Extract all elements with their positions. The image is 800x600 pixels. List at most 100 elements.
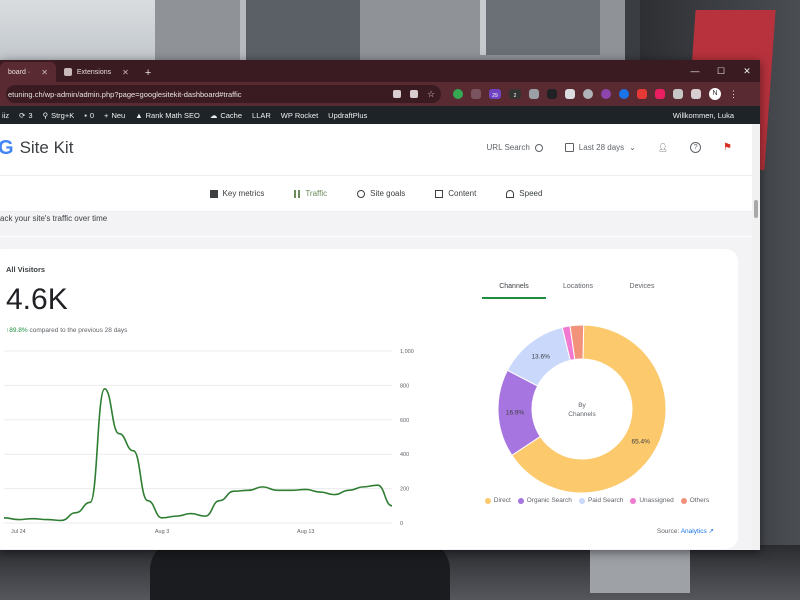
sitekit-menu-button[interactable]: ⚑ (723, 142, 732, 153)
extension-icon[interactable] (529, 89, 539, 99)
extension-icon[interactable] (673, 89, 683, 99)
nav-site-goals[interactable]: Site goals (347, 184, 415, 203)
extension-icon[interactable] (583, 89, 593, 99)
legend-item: Organic Search (517, 497, 572, 504)
extension-g-icon[interactable] (453, 89, 463, 99)
legend-item: Unassigned (630, 497, 674, 504)
y-tick-label: 600 (400, 418, 409, 424)
nav-speed[interactable]: Speed (496, 184, 552, 203)
target-icon (357, 189, 366, 198)
page-scrollbar[interactable] (752, 124, 760, 550)
add-user-button[interactable]: 👤︎ (658, 143, 668, 152)
y-tick-label: 200 (400, 487, 409, 493)
person-add-icon: 👤︎ (657, 143, 669, 152)
wp-rocket[interactable]: WP Rocket (281, 111, 318, 120)
logo-text: Site Kit (19, 138, 74, 157)
puzzle-icon (63, 68, 72, 76)
y-tick-label: 1,000 (400, 349, 414, 355)
translate-icon[interactable] (393, 90, 401, 98)
y-tick-label: 400 (400, 452, 409, 458)
nav-traffic[interactable]: Traffic (284, 184, 338, 203)
traffic-card: All Visitors 4.6K ↑89.8% compared to the… (0, 249, 738, 549)
extension-icon[interactable] (637, 89, 647, 99)
wp-rank-math[interactable]: ▲ Rank Math SEO (135, 111, 200, 120)
extension-icon[interactable] (619, 89, 629, 99)
wp-search[interactable]: ⚲ Strg+K (43, 111, 75, 120)
tab-channels[interactable]: Channels (482, 283, 546, 299)
close-window-button[interactable]: ✕ (734, 60, 760, 82)
new-tab-button[interactable]: + (137, 67, 159, 82)
legend-swatch (517, 497, 524, 504)
tab-extensions[interactable]: Extensions ✕ (56, 62, 137, 82)
x-tick-label: Jul 24 (11, 529, 26, 535)
eye-off-icon[interactable] (410, 90, 418, 98)
extension-badge-icon[interactable]: 29 (489, 89, 501, 99)
star-icon[interactable]: ☆ (427, 90, 435, 99)
extensions-puzzle-icon[interactable] (691, 89, 701, 99)
extension-icon[interactable] (471, 89, 481, 99)
donut-center-label: By (578, 402, 586, 409)
url-field[interactable]: etuning.ch/wp-admin/admin.php?page=googl… (6, 85, 441, 103)
wp-admin-bar: iiz ⟳ 3 ⚲ Strg+K ▪ 0 + Neu ▲ Rank Math SEO ☁ C… (0, 106, 760, 124)
legend-item: Direct (484, 497, 511, 504)
url-search-button[interactable]: URL Search (487, 143, 543, 152)
external-link-icon: ↗ (708, 528, 714, 535)
section-subtitle: ack your site's traffic over time (0, 212, 752, 236)
wp-cache[interactable]: ☁ Cache (210, 111, 242, 120)
legend-item: Paid Search (578, 497, 623, 504)
sitekit-logo[interactable]: G Site Kit (0, 138, 73, 158)
extension-icon[interactable] (565, 89, 575, 99)
date-range-selector[interactable]: Last 28 days ⌄ (564, 143, 636, 152)
google-g-icon: G (0, 137, 14, 159)
close-tab-icon[interactable]: ✕ (41, 68, 48, 77)
speedometer-icon (506, 189, 515, 198)
browser-menu-icon[interactable]: ⋮ (729, 89, 738, 99)
analytics-link[interactable]: Analytics (681, 528, 707, 535)
maximize-button[interactable]: ☐ (708, 60, 734, 82)
donut-legend: Direct Organic Search Paid Search Unassigne… (462, 497, 732, 504)
rank-math-icon: ▲ (135, 110, 143, 120)
extension-icon[interactable] (601, 89, 611, 99)
header-actions: URL Search Last 28 days ⌄ 👤︎ ? ⚑ (487, 142, 732, 153)
nav-content[interactable]: Content (425, 184, 486, 203)
help-button[interactable]: ? (690, 142, 702, 153)
wp-site-link[interactable]: iiz (2, 111, 9, 120)
document-icon (435, 189, 444, 198)
minimize-button[interactable]: — (682, 60, 708, 82)
help-icon: ? (690, 142, 702, 153)
extension-badge-icon[interactable]: 2 (509, 89, 521, 99)
browser-window: board · ✕ Extensions ✕ + — ☐ ✕ etuning.c… (0, 60, 760, 550)
wp-new[interactable]: + Neu (104, 111, 125, 120)
legend-item: Others (680, 497, 710, 504)
legend-swatch (484, 497, 491, 504)
legend-label: Others (689, 497, 710, 504)
plus-icon: + (104, 110, 109, 120)
tab-locations[interactable]: Locations (546, 283, 610, 299)
wp-comments[interactable]: ▪ 0 (84, 111, 94, 120)
chevron-down-icon: ⌄ (629, 143, 636, 152)
tab-devices[interactable]: Devices (610, 283, 674, 299)
close-tab-icon[interactable]: ✕ (122, 68, 129, 77)
extension-icon[interactable] (547, 89, 557, 99)
wp-welcome-user[interactable]: Willkommen, Luka (673, 111, 734, 120)
nav-key-metrics[interactable]: Key metrics (200, 184, 275, 203)
tab-label: Extensions (76, 68, 112, 76)
window-controls: — ☐ ✕ (682, 60, 760, 82)
channels-panel: Channels Locations Devices 65.4% 16.9% 13.… (462, 249, 732, 549)
wp-updates[interactable]: ⟳ 3 (19, 111, 32, 120)
legend-label: Organic Search (526, 497, 572, 504)
tab-dashboard[interactable]: board · ✕ (0, 62, 56, 82)
tab-strip: board · ✕ Extensions ✕ + — ☐ ✕ (0, 60, 760, 82)
legend-label: Direct (493, 497, 511, 504)
grid-icon (209, 189, 218, 198)
extension-icon[interactable] (655, 89, 665, 99)
legend-swatch (578, 497, 585, 504)
donut-tabs: Channels Locations Devices (482, 283, 674, 299)
y-tick-label: 0 (400, 521, 403, 527)
wp-updraftplus[interactable]: UpdraftPlus (328, 111, 367, 120)
wp-llar[interactable]: LLAR (252, 111, 271, 120)
change-text: compared to the previous 28 days (29, 327, 128, 334)
legend-swatch (680, 497, 687, 504)
change-percent: 89.8% (9, 327, 28, 334)
profile-avatar[interactable]: N (709, 88, 721, 100)
